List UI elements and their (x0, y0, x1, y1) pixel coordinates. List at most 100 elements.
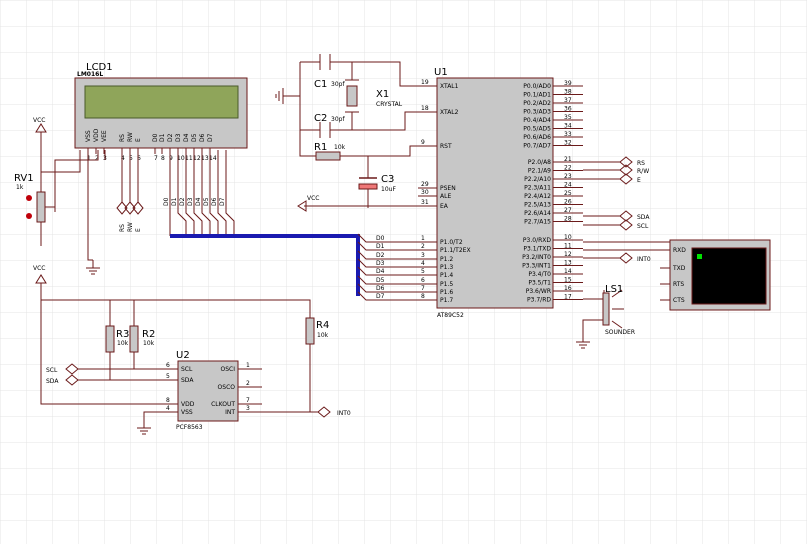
lcd-model: LM016L (77, 71, 103, 78)
mcu-left-pin-label: P1.4 (440, 272, 453, 279)
p1-bus-label: D6 (376, 285, 385, 292)
lcd-pin-label: D3 (175, 133, 182, 142)
rtc-right-pin-number: 7 (246, 397, 250, 404)
r4-ref: R4 (316, 320, 329, 331)
p1-bus-label: D7 (376, 293, 385, 300)
mcu-left-pin-number: 8 (421, 293, 425, 300)
rtc-model: PCF8563 (176, 424, 203, 431)
p2-terminal-label: R/W (637, 168, 649, 175)
mcu-right-pin-label: P3.4/T0 (528, 271, 551, 278)
r3-body (105, 325, 115, 353)
rtc-right-pin-number: 3 (246, 405, 250, 412)
r3-value: 10k (117, 340, 129, 347)
p2-i2c-label: SDA (637, 214, 650, 221)
mcu-right-pin-label: P3.6/WR (526, 288, 551, 295)
mcu-left-pin-label: P1.5 (440, 281, 453, 288)
c1-value: 30pf (331, 81, 345, 88)
r1-value: 10k (334, 144, 346, 151)
svg-text:VCC: VCC (307, 195, 319, 202)
rtc-right-pin-label: CLKOUT (211, 401, 235, 408)
mcu-right-pin-label: P2.3/A11 (524, 185, 551, 192)
mcu-left-pin-number: 31 (421, 199, 429, 206)
ls1-body (602, 292, 610, 326)
c3-ref: C3 (381, 174, 394, 185)
mcu-left-pin-label: EA (440, 203, 449, 210)
c3-plate-bottom (358, 183, 378, 190)
mcu-left-pin-label: P1.7 (440, 297, 453, 304)
p1-bus-label: D5 (376, 277, 385, 284)
ls1-label: SOUNDER (605, 329, 635, 336)
mcu-left-pin-number: 4 (421, 260, 425, 267)
r4-value: 10k (317, 332, 329, 339)
p1-bus-label: D1 (376, 243, 385, 250)
rtc-left-pin-number: 6 (166, 362, 170, 369)
mcu-right-pin-label: P0.5/AD5 (523, 126, 551, 133)
pot-value: 1k (16, 184, 24, 191)
mcu-left-pin-number: 5 (421, 268, 425, 275)
mcu-left-pin-label: RST (440, 143, 452, 150)
mcu-right-pin-label: P2.4/A12 (524, 193, 551, 200)
x1-value: CRYSTAL (376, 101, 403, 108)
mcu-right-pin-label: P0.7/AD7 (523, 143, 551, 150)
lcd-bus-label: D1 (171, 197, 178, 206)
lcd-pin-label: D5 (191, 133, 198, 142)
terminal-pin-label: RTS (673, 281, 684, 288)
lcd-terminal-label: RS (119, 224, 126, 232)
r3-ref: R3 (116, 329, 129, 340)
mcu-right-pin-label: P2.1/A9 (528, 168, 551, 175)
lcd-bus-label: D6 (211, 197, 218, 206)
p2-terminal-label: RS (637, 160, 645, 167)
mcu-left-pin-label: P1.0/T2 (440, 239, 463, 246)
p1-bus-label: D4 (376, 268, 385, 275)
r2-ref: R2 (142, 329, 155, 340)
mcu-right-pin-label: P0.4/AD4 (523, 117, 551, 124)
mcu-right-pin-label: P3.5/T1 (528, 280, 551, 287)
lcd-bus-label: D2 (179, 197, 186, 206)
x1-body (346, 85, 358, 107)
terminal-led (697, 254, 702, 259)
svg-text:SCL: SCL (46, 367, 58, 374)
mcu-right-pin-label: P0.6/AD6 (523, 134, 551, 141)
lcd-terminal-label: RW (127, 222, 134, 232)
mcu-left-pin-number: 2 (421, 243, 425, 250)
mcu-left-pin-label: P1.1/T2EX (440, 247, 471, 254)
lcd-pin-label: D4 (183, 133, 190, 142)
rtc-right-pin-number: 2 (246, 380, 250, 387)
rtc-left-pin-label: SCL (181, 366, 193, 373)
pot-red-dot-bottom (26, 213, 32, 219)
p1-bus-label: D0 (376, 235, 385, 242)
lcd-pin-label: D1 (159, 133, 166, 142)
rtc-left-pin-number: 5 (166, 373, 170, 380)
lcd-pin-label: E (135, 138, 142, 142)
rtc-right-pin-label: INT (225, 409, 235, 416)
lcd-bus-label: D7 (219, 197, 226, 206)
r2-value: 10k (143, 340, 155, 347)
lcd-pin-number: 7 (154, 155, 158, 162)
lcd-pin-label: VSS (85, 130, 92, 142)
mcu-left-pin-label: ALE (440, 193, 451, 200)
x1-ref: X1 (376, 89, 389, 100)
lcd-pin-label: D2 (167, 133, 174, 142)
svg-text:INT0: INT0 (337, 410, 351, 417)
p1-bus-label: D2 (376, 252, 385, 259)
c2-value: 30pf (331, 116, 345, 123)
c1-ref: C1 (314, 79, 327, 90)
mcu-left-pin-number: 1 (421, 235, 425, 242)
mcu-left-pin-number: 9 (421, 139, 425, 146)
schematic-canvas: LCD1 LM016L VSS1VDD2VEE3RS4RW5E6D07D18D2… (0, 0, 807, 544)
svg-text:SDA: SDA (46, 378, 59, 385)
mcu-left-pin-label: P1.3 (440, 264, 453, 271)
mcu-right-pin-label: P3.0/RXD (523, 237, 551, 244)
lcd-pin-label: D6 (199, 133, 206, 142)
r1-ref: R1 (314, 142, 327, 153)
lcd-pin-label: VEE (101, 130, 108, 142)
lcd-pin-label: RW (127, 132, 134, 142)
mcu-left-pin-number: 18 (421, 105, 429, 112)
lcd-pin-label: D0 (152, 133, 159, 142)
mcu-right-pin-label: P0.3/AD3 (523, 109, 551, 116)
rtc-left-pin-label: SDA (181, 377, 194, 384)
mcu-left-pin-number: 3 (421, 252, 425, 259)
mcu-right-pin-label: P0.0/AD0 (523, 83, 551, 90)
lcd-screen (84, 85, 239, 119)
rtc-ref: U2 (176, 350, 190, 361)
